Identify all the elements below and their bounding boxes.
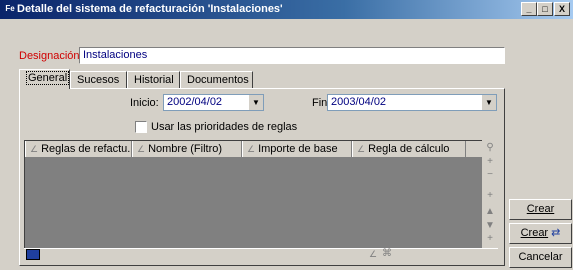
title-bar: Fe Detalle del sistema de refacturación … — [0, 0, 573, 19]
column-header-rules-label: Reglas de refactu... — [41, 143, 132, 155]
minus-icon[interactable]: − — [482, 169, 498, 180]
column-header-calc-rule-label: Regla de cálculo — [368, 143, 450, 155]
create-button[interactable]: Crear — [509, 199, 572, 220]
tab-historial-label: Historial — [134, 74, 174, 86]
close-button[interactable]: X — [554, 2, 570, 16]
tab-general-label: General — [26, 71, 70, 85]
grid-settings-icon[interactable] — [26, 249, 40, 260]
tab-documentos-label: Documentos — [187, 74, 249, 86]
tab-sucesos[interactable]: Sucesos — [70, 71, 127, 88]
rules-table[interactable]: ∠ Reglas de refactu... ∠ Nombre (Filtro) ∠… — [24, 140, 484, 248]
maximize-button[interactable]: □ — [537, 2, 553, 16]
tab-sucesos-label: Sucesos — [77, 74, 120, 86]
designation-label: Designación: — [19, 50, 83, 62]
designation-field[interactable]: Instalaciones — [79, 47, 505, 64]
chevron-down-icon[interactable]: ▼ — [482, 95, 496, 110]
column-header-name-label: Nombre (Filtro) — [148, 143, 223, 155]
column-header-base-amount[interactable]: ∠ Importe de base — [242, 141, 352, 157]
repeat-icon: ⇄ — [551, 227, 561, 239]
link-icon[interactable]: ⌘ — [382, 248, 392, 259]
inicio-date-picker[interactable]: 2002/04/02 ▼ — [163, 94, 264, 111]
plus-icon[interactable]: + — [482, 156, 498, 167]
cancel-button[interactable]: Cancelar — [509, 247, 572, 268]
sort-icon: ∠ — [357, 144, 366, 154]
chevron-down-icon[interactable]: ▼ — [249, 95, 263, 110]
column-header-name[interactable]: ∠ Nombre (Filtro) — [132, 141, 242, 157]
column-header-rules[interactable]: ∠ Reglas de refactu... — [25, 141, 132, 157]
tab-documentos[interactable]: Documentos — [180, 71, 253, 88]
designation-value: Instalaciones — [83, 49, 148, 61]
table-side-toolbar: ⚲ + − + ▲ ▼ + — [482, 140, 498, 248]
table-header: ∠ Reglas de refactu... ∠ Nombre (Filtro) ∠… — [25, 141, 484, 157]
create-button-label: Crear — [526, 203, 555, 215]
column-header-base-amount-label: Importe de base — [258, 143, 338, 155]
use-priorities-label: Usar las prioridades de reglas — [151, 121, 298, 133]
column-header-calc-rule[interactable]: ∠ Regla de cálculo — [352, 141, 466, 157]
inicio-label: Inicio: — [130, 97, 159, 109]
sort-icon: ∠ — [247, 144, 256, 154]
fin-value: 2003/04/02 — [331, 96, 387, 108]
create-more-button-label: Crear — [520, 227, 549, 239]
sort-icon: ∠ — [30, 144, 39, 154]
plus-icon[interactable]: + — [482, 233, 498, 244]
arrow-down-icon[interactable]: ▼ — [482, 220, 498, 231]
table-status-bar: ∠ ⌘ — [24, 248, 498, 262]
window-title: Detalle del sistema de refacturación 'In… — [17, 3, 283, 15]
magnifier-icon[interactable]: ⚲ — [482, 142, 498, 153]
minimize-button[interactable]: _ — [521, 2, 537, 16]
create-more-button[interactable]: Crear ⇄ — [509, 223, 572, 244]
arrow-up-icon[interactable]: ▲ — [482, 206, 498, 217]
cancel-button-label: Cancelar — [518, 251, 563, 263]
app-icon: Fe — [5, 4, 15, 13]
tab-historial[interactable]: Historial — [127, 71, 180, 88]
fin-date-picker[interactable]: 2003/04/02 ▼ — [327, 94, 497, 111]
use-priorities-checkbox[interactable] — [135, 121, 147, 133]
sort-icon: ∠ — [137, 144, 146, 154]
inicio-value: 2002/04/02 — [167, 96, 223, 108]
tab-general[interactable]: General — [19, 69, 70, 89]
plus-icon[interactable]: + — [482, 190, 498, 201]
sort-icon: ∠ — [369, 249, 378, 259]
